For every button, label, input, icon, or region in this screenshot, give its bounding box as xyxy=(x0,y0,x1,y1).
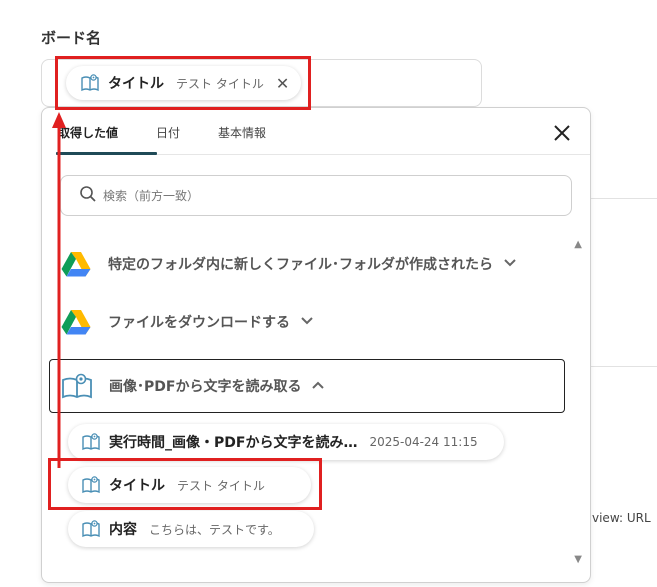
output-value: 2025-04-24 11:15 xyxy=(369,435,478,449)
section-label: 画像･PDFから文字を読み取る xyxy=(109,379,302,395)
output-name: 内容 xyxy=(109,522,137,538)
output-value: こちらは、テストです。 xyxy=(149,522,280,537)
chevron-up-icon xyxy=(311,378,325,394)
active-tab-indicator xyxy=(56,152,157,155)
annotation-highlight-box xyxy=(55,56,311,110)
tab-basic-info[interactable]: 基本情報 xyxy=(216,124,268,141)
annotation-highlight-box xyxy=(48,458,322,510)
background-divider xyxy=(590,198,657,199)
tab-retrieved-values[interactable]: 取得した値 xyxy=(56,124,120,141)
background-text: view: URL xyxy=(592,511,651,525)
search-icon xyxy=(79,185,97,207)
output-value-chip[interactable]: 実行時間_画像・PDFから文字を読み… 2025-04-24 11:15 xyxy=(68,424,504,460)
section-gdrive-download[interactable]: ファイルをダウンロードする xyxy=(60,309,314,335)
ocr-book-icon xyxy=(81,519,101,539)
scroll-down-arrow[interactable]: ▼ xyxy=(574,554,582,565)
google-drive-icon xyxy=(60,251,92,277)
section-gdrive-new-file-trigger[interactable]: 特定のフォルダ内に新しくファイル･フォルダが作成されたら xyxy=(60,251,517,277)
ocr-book-icon xyxy=(61,372,93,400)
tab-date[interactable]: 日付 xyxy=(154,124,182,141)
search-input[interactable]: 検索（前方一致） xyxy=(60,175,572,216)
chevron-down-icon xyxy=(503,256,517,272)
output-value-chip[interactable]: 内容 こちらは、テストです。 xyxy=(68,511,314,547)
google-drive-icon xyxy=(60,309,92,335)
ocr-book-icon xyxy=(81,432,101,452)
close-icon[interactable] xyxy=(551,122,573,144)
section-label: 特定のフォルダ内に新しくファイル･フォルダが作成されたら xyxy=(108,257,493,273)
output-name: 実行時間_画像・PDFから文字を読み… xyxy=(109,435,358,451)
section-label: ファイルをダウンロードする xyxy=(108,315,290,331)
board-name-label: ボード名 xyxy=(41,29,102,47)
scroll-up-arrow[interactable]: ▲ xyxy=(574,239,582,250)
chevron-down-icon xyxy=(300,314,314,330)
background-divider xyxy=(590,366,657,367)
section-ocr-read-text[interactable]: 画像･PDFから文字を読み取る xyxy=(49,359,565,413)
search-placeholder: 検索（前方一致） xyxy=(103,189,200,203)
